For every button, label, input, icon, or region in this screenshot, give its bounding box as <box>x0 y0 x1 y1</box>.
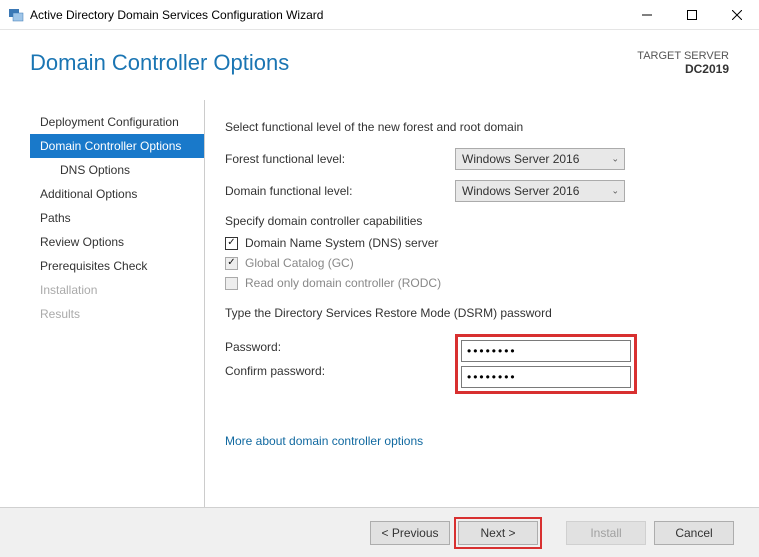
page-title: Domain Controller Options <box>30 50 729 76</box>
domain-functional-label: Domain functional level: <box>225 184 455 198</box>
forest-functional-value: Windows Server 2016 <box>462 152 579 166</box>
nav-prerequisites-check[interactable]: Prerequisites Check <box>30 254 204 278</box>
footer: < Previous Next > Install Cancel <box>0 507 759 557</box>
chevron-down-icon: ⌄ <box>611 154 619 165</box>
dsrm-section: Type the Directory Services Restore Mode… <box>225 306 729 320</box>
domain-functional-dropdown[interactable]: Windows Server 2016 ⌄ <box>455 180 625 202</box>
cancel-button[interactable]: Cancel <box>654 521 734 545</box>
target-server-label: TARGET SERVER <box>637 50 729 62</box>
dns-checkbox-label: Domain Name System (DNS) server <box>245 236 438 250</box>
target-server-info: TARGET SERVER DC2019 <box>637 50 729 76</box>
confirm-password-label: Confirm password: <box>225 364 455 378</box>
nav-review-options[interactable]: Review Options <box>30 230 204 254</box>
gc-checkbox-label: Global Catalog (GC) <box>245 256 354 270</box>
nav-domain-controller-options[interactable]: Domain Controller Options <box>30 134 204 158</box>
maximize-button[interactable] <box>669 0 714 30</box>
domain-functional-value: Windows Server 2016 <box>462 184 579 198</box>
wizard-nav: Deployment Configuration Domain Controll… <box>30 100 205 507</box>
title-bar: Active Directory Domain Services Configu… <box>0 0 759 30</box>
nav-additional-options[interactable]: Additional Options <box>30 182 204 206</box>
nav-deployment-configuration[interactable]: Deployment Configuration <box>30 110 204 134</box>
content-pane: Select functional level of the new fores… <box>205 100 729 507</box>
password-input[interactable]: •••••••• <box>461 340 631 362</box>
window-title: Active Directory Domain Services Configu… <box>30 8 624 22</box>
install-button: Install <box>566 521 646 545</box>
gc-checkbox <box>225 257 238 270</box>
forest-functional-dropdown[interactable]: Windows Server 2016 ⌄ <box>455 148 625 170</box>
next-button[interactable]: Next > <box>458 521 538 545</box>
nav-results: Results <box>30 302 204 326</box>
dns-checkbox[interactable] <box>225 237 238 250</box>
app-icon <box>8 7 24 23</box>
functional-level-section: Select functional level of the new fores… <box>225 120 729 134</box>
capabilities-section: Specify domain controller capabilities <box>225 214 729 228</box>
rodc-checkbox <box>225 277 238 290</box>
target-server-name: DC2019 <box>637 62 729 76</box>
nav-paths[interactable]: Paths <box>30 206 204 230</box>
nav-installation: Installation <box>30 278 204 302</box>
more-options-link[interactable]: More about domain controller options <box>225 434 423 448</box>
nav-dns-options[interactable]: DNS Options <box>30 158 204 182</box>
forest-functional-label: Forest functional level: <box>225 152 455 166</box>
header: Domain Controller Options TARGET SERVER … <box>0 30 759 100</box>
confirm-password-input[interactable]: •••••••• <box>461 366 631 388</box>
close-button[interactable] <box>714 0 759 30</box>
password-label: Password: <box>225 340 455 354</box>
previous-button[interactable]: < Previous <box>370 521 450 545</box>
minimize-button[interactable] <box>624 0 669 30</box>
rodc-checkbox-label: Read only domain controller (RODC) <box>245 276 441 290</box>
chevron-down-icon: ⌄ <box>611 186 619 197</box>
